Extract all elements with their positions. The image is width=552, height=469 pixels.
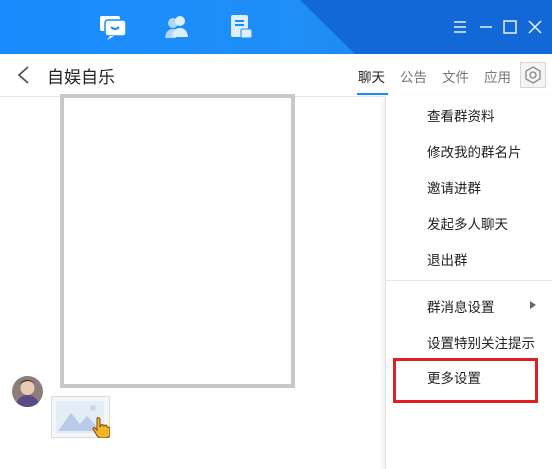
close-icon[interactable] [525, 17, 545, 37]
active-tab-indicator [357, 93, 388, 95]
menu-item-invite-to-group[interactable]: 邀请进群 [427, 177, 481, 197]
contacts-icon[interactable] [162, 12, 192, 42]
menu-item-more-settings[interactable]: 更多设置 [427, 367, 481, 387]
tab-apps[interactable]: 应用 [484, 66, 511, 86]
avatar[interactable] [12, 376, 43, 407]
back-arrow-icon[interactable] [14, 64, 34, 86]
image-thumbnail[interactable] [51, 396, 110, 438]
settings-gear-button[interactable] [520, 62, 546, 88]
chat-bubble-icon[interactable] [98, 12, 128, 42]
tab-files[interactable]: 文件 [442, 66, 469, 86]
menu-item-special-attention[interactable]: 设置特别关注提示 [427, 332, 535, 352]
submenu-arrow-icon [530, 301, 536, 309]
maximize-icon[interactable] [500, 17, 520, 37]
menu-item-group-message-settings[interactable]: 群消息设置 [427, 296, 495, 316]
chat-header: 自娱自乐 聊天 公告 文件 应用 [0, 54, 552, 97]
image-message-preview[interactable] [60, 94, 295, 388]
menu-item-view-group-info[interactable]: 查看群资料 [427, 105, 495, 125]
gear-icon [525, 66, 541, 84]
menu-item-edit-group-card[interactable]: 修改我的群名片 [427, 141, 522, 161]
menu-divider [386, 280, 552, 281]
minimize-icon[interactable] [476, 17, 496, 37]
top-bar [0, 0, 552, 54]
menu-item-start-group-chat[interactable]: 发起多人聊天 [427, 213, 508, 233]
group-title: 自娱自乐 [47, 68, 115, 88]
files-icon[interactable] [226, 12, 256, 42]
tab-announcement[interactable]: 公告 [400, 66, 427, 86]
group-options-menu: 查看群资料 修改我的群名片 邀请进群 发起多人聊天 退出群 群消息设置 设置特别… [385, 96, 552, 469]
pointer-hand-icon [92, 417, 110, 438]
menu-icon[interactable] [450, 17, 470, 37]
menu-item-quit-group[interactable]: 退出群 [427, 249, 468, 269]
tab-chat[interactable]: 聊天 [358, 66, 385, 86]
